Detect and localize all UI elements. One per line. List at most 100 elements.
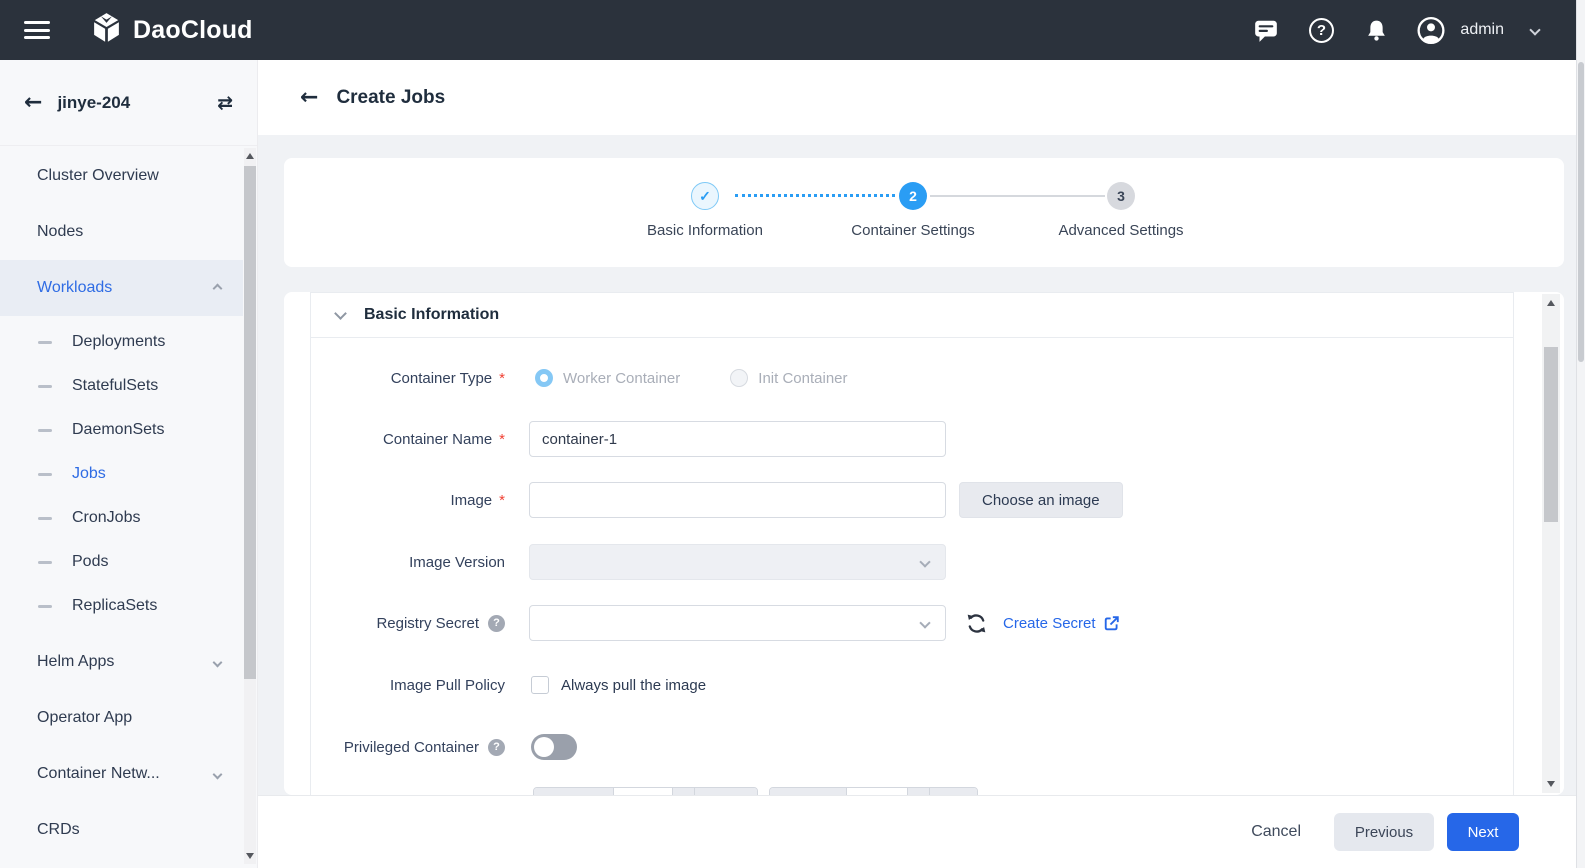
page-header: ← Create Jobs (258, 60, 1585, 135)
sidebar: ← jinye-204 ⇄ Cluster Overview Nodes Wor… (0, 60, 258, 868)
sidebar-scrollbar[interactable] (244, 148, 256, 864)
chevron-down-icon[interactable] (1529, 24, 1540, 35)
back-icon[interactable]: ← (24, 92, 42, 114)
refresh-icon[interactable] (966, 613, 987, 634)
next-button[interactable]: Next (1447, 813, 1519, 851)
page-title: Create Jobs (336, 87, 445, 109)
sidebar-item-crds[interactable]: CRDs (0, 802, 243, 858)
help-icon[interactable]: ? (488, 739, 505, 756)
scroll-down-icon[interactable] (1547, 781, 1555, 787)
sidebar-menu: Cluster Overview Nodes Workloads Deploym… (0, 148, 243, 858)
help-icon[interactable]: ? (488, 615, 505, 632)
sidebar-item-workloads[interactable]: Workloads (0, 260, 243, 316)
worker-container-radio[interactable] (535, 369, 553, 387)
sidebar-item-nodes[interactable]: Nodes (0, 204, 243, 260)
help-icon[interactable]: ? (1307, 16, 1335, 44)
image-version-row: Image Version (311, 544, 1513, 580)
basic-information-section: Basic Information Container Type * Worke… (310, 292, 1514, 795)
sidebar-item-cronjobs[interactable]: CronJobs (0, 496, 243, 540)
privileged-container-row: Privileged Container ? (311, 729, 1513, 765)
registry-secret-select[interactable] (529, 605, 946, 641)
step-3-circle[interactable]: 3 (1107, 182, 1135, 210)
user-avatar-icon[interactable] (1417, 16, 1445, 44)
dash-icon (38, 385, 52, 388)
privileged-toggle[interactable] (531, 734, 577, 760)
external-link-icon[interactable] (1103, 615, 1120, 632)
form-card: Basic Information Container Type * Worke… (284, 292, 1564, 795)
sidebar-item-replicasets[interactable]: ReplicaSets (0, 584, 243, 628)
sidebar-item-pods[interactable]: Pods (0, 540, 243, 584)
always-pull-label[interactable]: Always pull the image (561, 677, 706, 694)
top-navbar: DaoCloud ? admin (0, 0, 1585, 60)
scroll-up-icon[interactable] (246, 153, 254, 159)
required-mark: * (499, 370, 505, 387)
create-secret-link[interactable]: Create Secret (1003, 615, 1096, 632)
form-scrollbar[interactable] (1542, 294, 1560, 793)
required-mark: * (499, 431, 505, 448)
stepper-card: ✓ 2 3 Basic Information Container Settin… (284, 158, 1564, 267)
resource-input-group[interactable] (769, 787, 978, 795)
sidebar-item-statefulsets[interactable]: StatefulSets (0, 364, 243, 408)
sidebar-item-container-network[interactable]: Container Netw... (0, 746, 243, 802)
scrollbar-thumb[interactable] (1578, 62, 1584, 362)
dash-icon (38, 517, 52, 520)
step-2-label: Container Settings (803, 222, 1023, 239)
scrollbar-thumb[interactable] (244, 166, 256, 679)
step-connector-dotted (735, 194, 895, 197)
container-name-input[interactable] (529, 421, 946, 457)
sidebar-item-jobs[interactable]: Jobs (0, 452, 243, 496)
container-name-label: Container Name (383, 431, 492, 448)
chat-icon[interactable] (1252, 16, 1280, 44)
brand-name: DaoCloud (133, 16, 253, 45)
step-1-circle[interactable]: ✓ (691, 182, 719, 210)
scrollbar-thumb[interactable] (1544, 347, 1558, 522)
container-type-label: Container Type (391, 370, 492, 387)
dash-icon (38, 473, 52, 476)
previous-button[interactable]: Previous (1334, 813, 1434, 851)
worker-container-label[interactable]: Worker Container (563, 370, 680, 387)
step-1-label: Basic Information (595, 222, 815, 239)
sidebar-item-cluster-overview[interactable]: Cluster Overview (0, 148, 243, 204)
container-type-row: Container Type * Worker Container Init C… (311, 360, 1513, 396)
workloads-submenu: Deployments StatefulSets DaemonSets Jobs… (0, 320, 243, 628)
init-container-radio[interactable] (730, 369, 748, 387)
image-version-select[interactable] (529, 544, 946, 580)
brand-logo: DaoCloud (90, 11, 253, 49)
sidebar-item-helm-apps[interactable]: Helm Apps (0, 634, 243, 690)
chevron-up-icon (213, 283, 223, 293)
image-input[interactable] (529, 482, 946, 518)
image-row: Image * Choose an image (311, 482, 1513, 518)
container-name-row: Container Name * (311, 421, 1513, 457)
switch-cluster-icon[interactable]: ⇄ (217, 92, 233, 114)
menu-icon[interactable] (24, 21, 50, 39)
chevron-down-icon (213, 769, 223, 779)
sidebar-header: ← jinye-204 ⇄ (0, 60, 257, 146)
topbar-actions: ? admin (1252, 16, 1585, 44)
step-2-circle[interactable]: 2 (899, 182, 927, 210)
section-header[interactable]: Basic Information (311, 293, 1513, 338)
collapse-chevron-icon[interactable] (334, 307, 347, 320)
bell-icon[interactable] (1362, 16, 1390, 44)
privileged-container-label: Privileged Container (344, 739, 479, 756)
toggle-knob (534, 737, 554, 757)
resource-input-group[interactable] (533, 787, 758, 795)
image-pull-policy-label: Image Pull Policy (390, 677, 505, 694)
page-scrollbar[interactable] (1576, 0, 1585, 868)
init-container-label[interactable]: Init Container (758, 370, 847, 387)
scroll-down-icon[interactable] (246, 853, 254, 859)
registry-secret-label: Registry Secret (376, 615, 479, 632)
dash-icon (38, 341, 52, 344)
always-pull-checkbox[interactable] (531, 676, 549, 694)
back-icon[interactable]: ← (300, 87, 318, 109)
required-mark: * (499, 492, 505, 509)
sidebar-item-operator-app[interactable]: Operator App (0, 690, 243, 746)
choose-image-button[interactable]: Choose an image (959, 482, 1123, 518)
chevron-down-icon (213, 657, 223, 667)
cancel-button[interactable]: Cancel (1251, 823, 1301, 841)
username-label[interactable]: admin (1460, 21, 1504, 39)
dash-icon (38, 605, 52, 608)
scroll-up-icon[interactable] (1547, 300, 1555, 306)
sidebar-item-daemonsets[interactable]: DaemonSets (0, 408, 243, 452)
sidebar-item-deployments[interactable]: Deployments (0, 320, 243, 364)
cluster-name: jinye-204 (57, 93, 217, 113)
